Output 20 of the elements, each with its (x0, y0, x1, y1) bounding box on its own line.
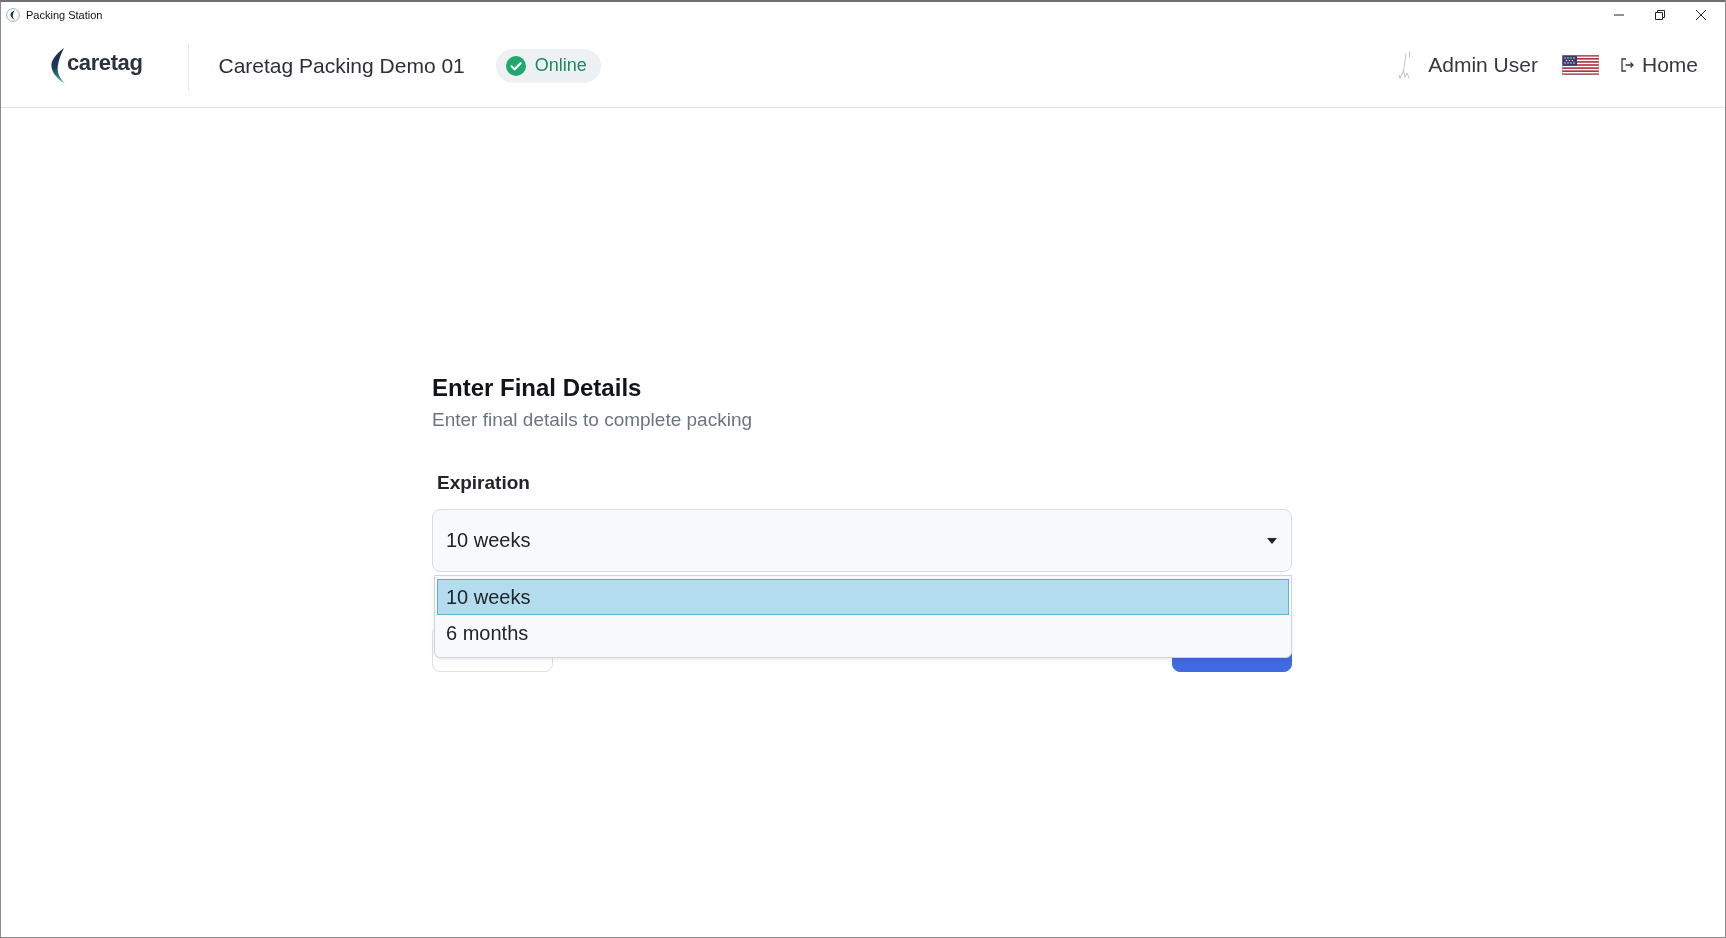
caret-icon (1267, 537, 1277, 544)
check-icon (505, 55, 526, 76)
form-title: Enter Final Details (432, 373, 643, 402)
field-label: Expiration (436, 471, 531, 494)
window-title: Packing Station (26, 9, 103, 21)
dropdown-option[interactable]: 10 weeks (437, 579, 1289, 615)
user-name[interactable]: Admin User (1428, 52, 1538, 77)
form-subtitle: Enter final details to complete packing (432, 408, 753, 431)
flag-icon[interactable] (1561, 54, 1599, 75)
logout-icon (1620, 57, 1634, 72)
expiration-select[interactable]: 10 weeks (432, 509, 1292, 572)
logo-wordmark: caretag (67, 49, 143, 76)
app-icon (6, 8, 20, 22)
status-label: Online (534, 55, 587, 76)
dropdown-option[interactable]: 6 months (437, 615, 1289, 651)
station-name: Caretag Packing Demo 01 (218, 53, 465, 78)
restore-icon[interactable] (1655, 10, 1665, 20)
logo-icon (50, 47, 66, 84)
home-link[interactable]: Home (1620, 52, 1698, 77)
close-icon[interactable] (1696, 10, 1706, 20)
